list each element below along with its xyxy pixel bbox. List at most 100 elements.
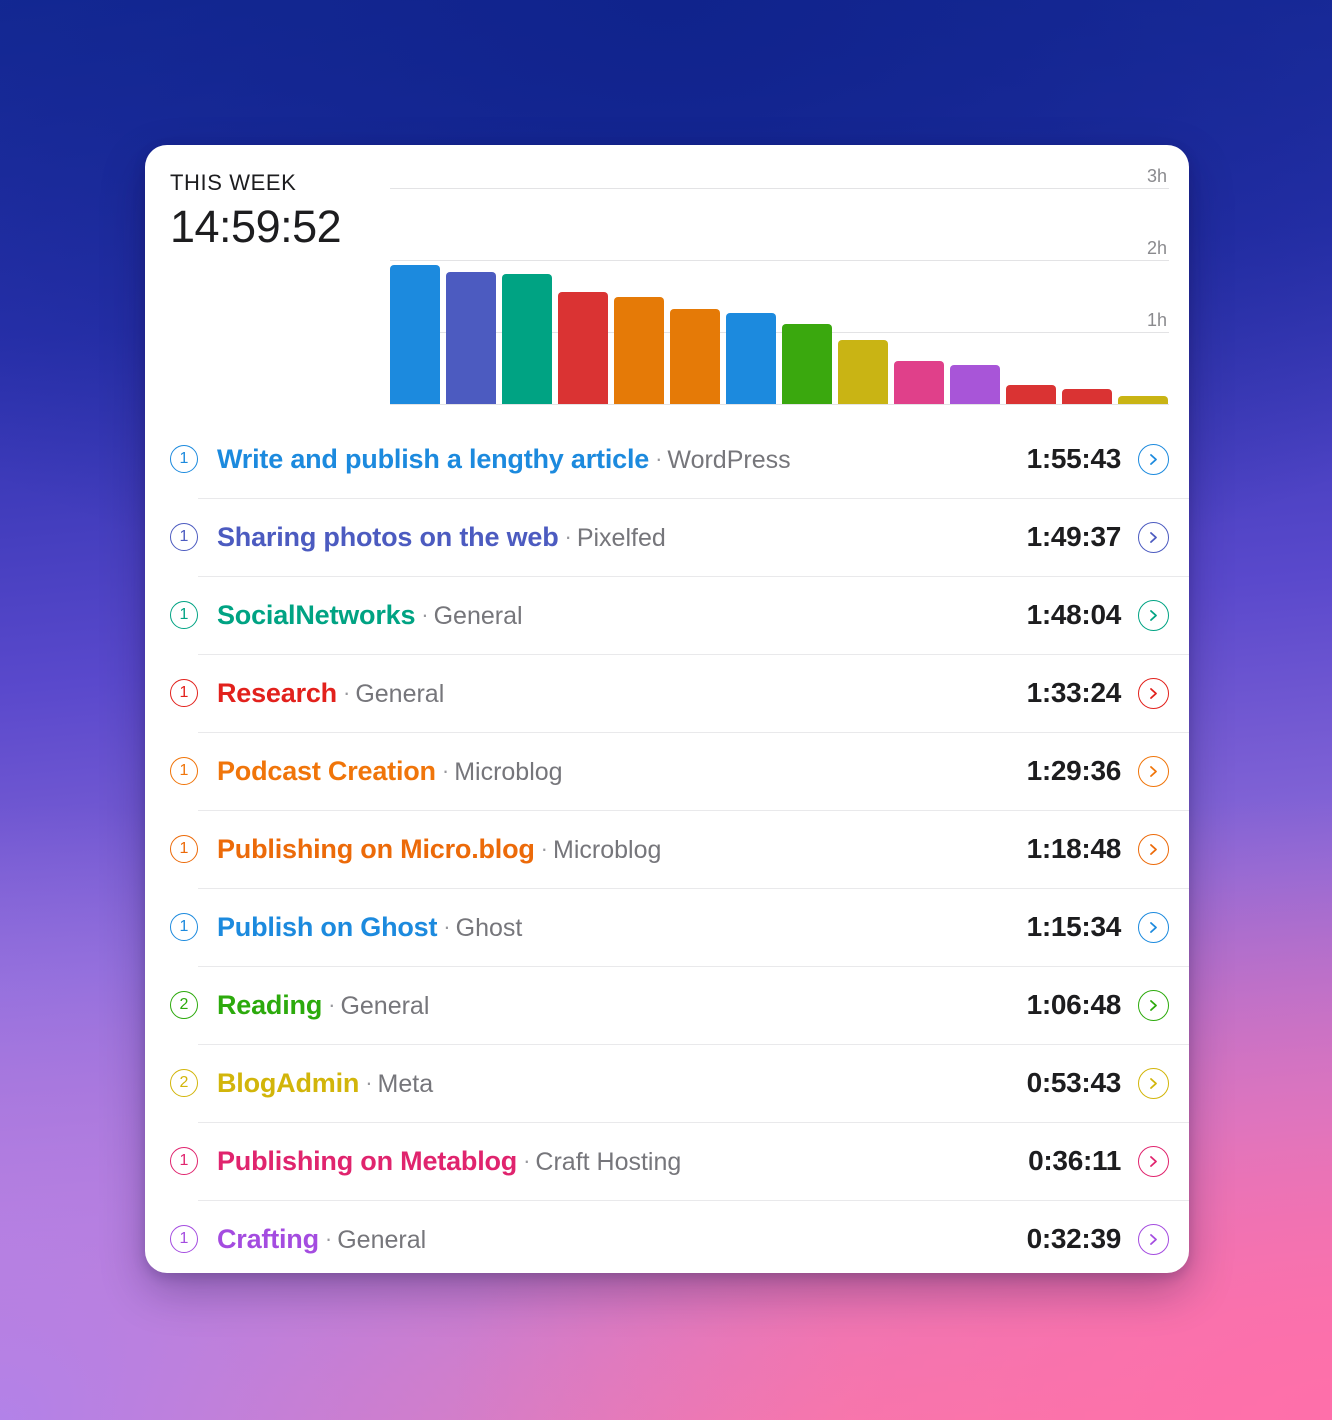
- project-name[interactable]: Microblog: [553, 836, 661, 864]
- chevron-right-icon[interactable]: [1138, 443, 1169, 475]
- task-name[interactable]: Sharing photos on the web: [217, 522, 559, 552]
- activity-row[interactable]: 1 SocialNetworks · General 1:48:04: [145, 576, 1189, 654]
- chart-bar[interactable]: [670, 309, 720, 404]
- activity-list: 1 Write and publish a lengthy article · Wor…: [145, 420, 1189, 1273]
- chevron-right-icon[interactable]: [1138, 1067, 1169, 1099]
- activity-titles: Crafting · General: [217, 1224, 1027, 1255]
- task-name[interactable]: BlogAdmin: [217, 1068, 359, 1098]
- entry-count-badge: 2: [170, 991, 198, 1019]
- activity-row[interactable]: 1 Research · General 1:33:24: [145, 654, 1189, 732]
- chart-axis-line: [390, 404, 1169, 405]
- activity-titles: Podcast Creation · Microblog: [217, 756, 1027, 787]
- activity-row[interactable]: 1 Publish on Ghost · Ghost 1:15:34: [145, 888, 1189, 966]
- project-name[interactable]: General: [434, 602, 523, 630]
- weekly-bar-chart: 1h 2h 3h: [390, 166, 1169, 405]
- duration-value: 1:29:36: [1026, 755, 1122, 786]
- project-name[interactable]: Craft Hosting: [535, 1148, 681, 1176]
- chart-bar[interactable]: [838, 339, 888, 404]
- chevron-right-icon[interactable]: [1138, 1223, 1169, 1255]
- entry-count-badge: 1: [170, 835, 198, 863]
- activity-row[interactable]: 2 Reading · General 1:06:48: [145, 966, 1189, 1044]
- project-name[interactable]: WordPress: [667, 446, 790, 474]
- project-name[interactable]: Meta: [378, 1070, 434, 1098]
- activity-row[interactable]: 1 Publishing on Micro.blog · Microblog 1:18:…: [145, 810, 1189, 888]
- chevron-right-icon[interactable]: [1138, 989, 1169, 1021]
- chart-bar[interactable]: [502, 274, 552, 404]
- chart-header: THIS WEEK 14:59:52 1h 2h 3h: [145, 145, 1189, 420]
- task-name[interactable]: SocialNetworks: [217, 600, 415, 630]
- duration-value: 1:18:48: [1026, 833, 1122, 864]
- activity-titles: SocialNetworks · General: [217, 600, 1027, 631]
- entry-count-badge: 2: [170, 1069, 198, 1097]
- chart-bar[interactable]: [390, 265, 440, 404]
- activity-row[interactable]: 1 Publishing on Metablog · Craft Hosting 0:3…: [145, 1122, 1189, 1200]
- chevron-right-icon[interactable]: [1138, 677, 1169, 709]
- duration-value: 1:33:24: [1026, 677, 1122, 708]
- activity-titles: Sharing photos on the web · Pixelfed: [217, 522, 1027, 553]
- project-name[interactable]: Ghost: [456, 914, 523, 942]
- activity-row[interactable]: 1 Podcast Creation · Microblog 1:29:36: [145, 732, 1189, 810]
- entry-count-badge: 1: [170, 523, 198, 551]
- chevron-right-icon[interactable]: [1138, 911, 1169, 943]
- title-separator: ·: [655, 445, 663, 471]
- chevron-right-icon[interactable]: [1138, 1145, 1169, 1177]
- title-separator: ·: [523, 1147, 531, 1173]
- project-name[interactable]: Pixelfed: [577, 524, 666, 552]
- duration-value: 1:55:43: [1026, 443, 1122, 474]
- chevron-right-icon[interactable]: [1138, 755, 1169, 787]
- chart-bar[interactable]: [726, 313, 776, 404]
- chevron-right-icon[interactable]: [1138, 599, 1169, 631]
- activity-titles: BlogAdmin · Meta: [217, 1068, 1027, 1099]
- entry-count-badge: 1: [170, 913, 198, 941]
- title-separator: ·: [540, 835, 548, 861]
- chart-bar[interactable]: [950, 364, 1000, 404]
- activity-row[interactable]: 1 Sharing photos on the web · Pixelfed 1:49:…: [145, 498, 1189, 576]
- chevron-right-icon[interactable]: [1138, 833, 1169, 865]
- task-name[interactable]: Reading: [217, 990, 322, 1020]
- title-separator: ·: [443, 913, 451, 939]
- project-name[interactable]: General: [340, 992, 429, 1020]
- activity-row[interactable]: 1 Write and publish a lengthy article · Wor…: [145, 420, 1189, 498]
- project-name[interactable]: General: [355, 680, 444, 708]
- project-name[interactable]: General: [337, 1226, 426, 1254]
- entry-count-badge: 1: [170, 1147, 198, 1175]
- week-summary: THIS WEEK 14:59:52: [170, 170, 342, 252]
- activity-row[interactable]: 1 Crafting · General 0:32:39: [145, 1200, 1189, 1273]
- chart-bar[interactable]: [446, 272, 496, 404]
- activity-titles: Write and publish a lengthy article · Word…: [217, 444, 1027, 475]
- chart-bar[interactable]: [894, 360, 944, 404]
- summary-total-time: 14:59:52: [170, 201, 342, 252]
- task-name[interactable]: Publishing on Micro.blog: [217, 834, 535, 864]
- entry-count-badge: 1: [170, 757, 198, 785]
- task-name[interactable]: Podcast Creation: [217, 756, 436, 786]
- summary-period-label: THIS WEEK: [170, 170, 297, 195]
- task-name[interactable]: Research: [217, 678, 337, 708]
- activity-titles: Publish on Ghost · Ghost: [217, 912, 1027, 943]
- chart-plot-area: 1h 2h 3h: [390, 166, 1169, 405]
- duration-value: 1:49:37: [1026, 521, 1122, 552]
- chart-bars: [390, 176, 1168, 404]
- chart-bar[interactable]: [1062, 389, 1112, 404]
- duration-value: 1:15:34: [1026, 911, 1122, 942]
- activity-titles: Reading · General: [217, 990, 1027, 1021]
- task-name[interactable]: Write and publish a lengthy article: [217, 444, 649, 474]
- title-separator: ·: [324, 1225, 333, 1251]
- chart-bar[interactable]: [558, 291, 608, 404]
- task-name[interactable]: Publishing on Metablog: [217, 1146, 517, 1176]
- task-name[interactable]: Crafting: [217, 1224, 319, 1254]
- chart-bar[interactable]: [1118, 395, 1168, 404]
- chart-bar[interactable]: [1006, 385, 1056, 404]
- activity-row[interactable]: 2 BlogAdmin · Meta 0:53:43: [145, 1044, 1189, 1122]
- project-name[interactable]: Microblog: [454, 758, 562, 786]
- chart-bar[interactable]: [782, 323, 832, 404]
- title-separator: ·: [328, 991, 336, 1017]
- task-name[interactable]: Publish on Ghost: [217, 912, 437, 942]
- chevron-right-icon[interactable]: [1138, 521, 1169, 553]
- title-separator: ·: [365, 1069, 373, 1095]
- duration-value: 1:06:48: [1026, 989, 1122, 1020]
- chart-bar[interactable]: [614, 296, 664, 404]
- activity-titles: Publishing on Metablog · Craft Hosting: [217, 1146, 1028, 1177]
- entry-count-badge: 1: [170, 1225, 198, 1253]
- title-separator: ·: [342, 679, 351, 705]
- entry-count-badge: 1: [170, 445, 198, 473]
